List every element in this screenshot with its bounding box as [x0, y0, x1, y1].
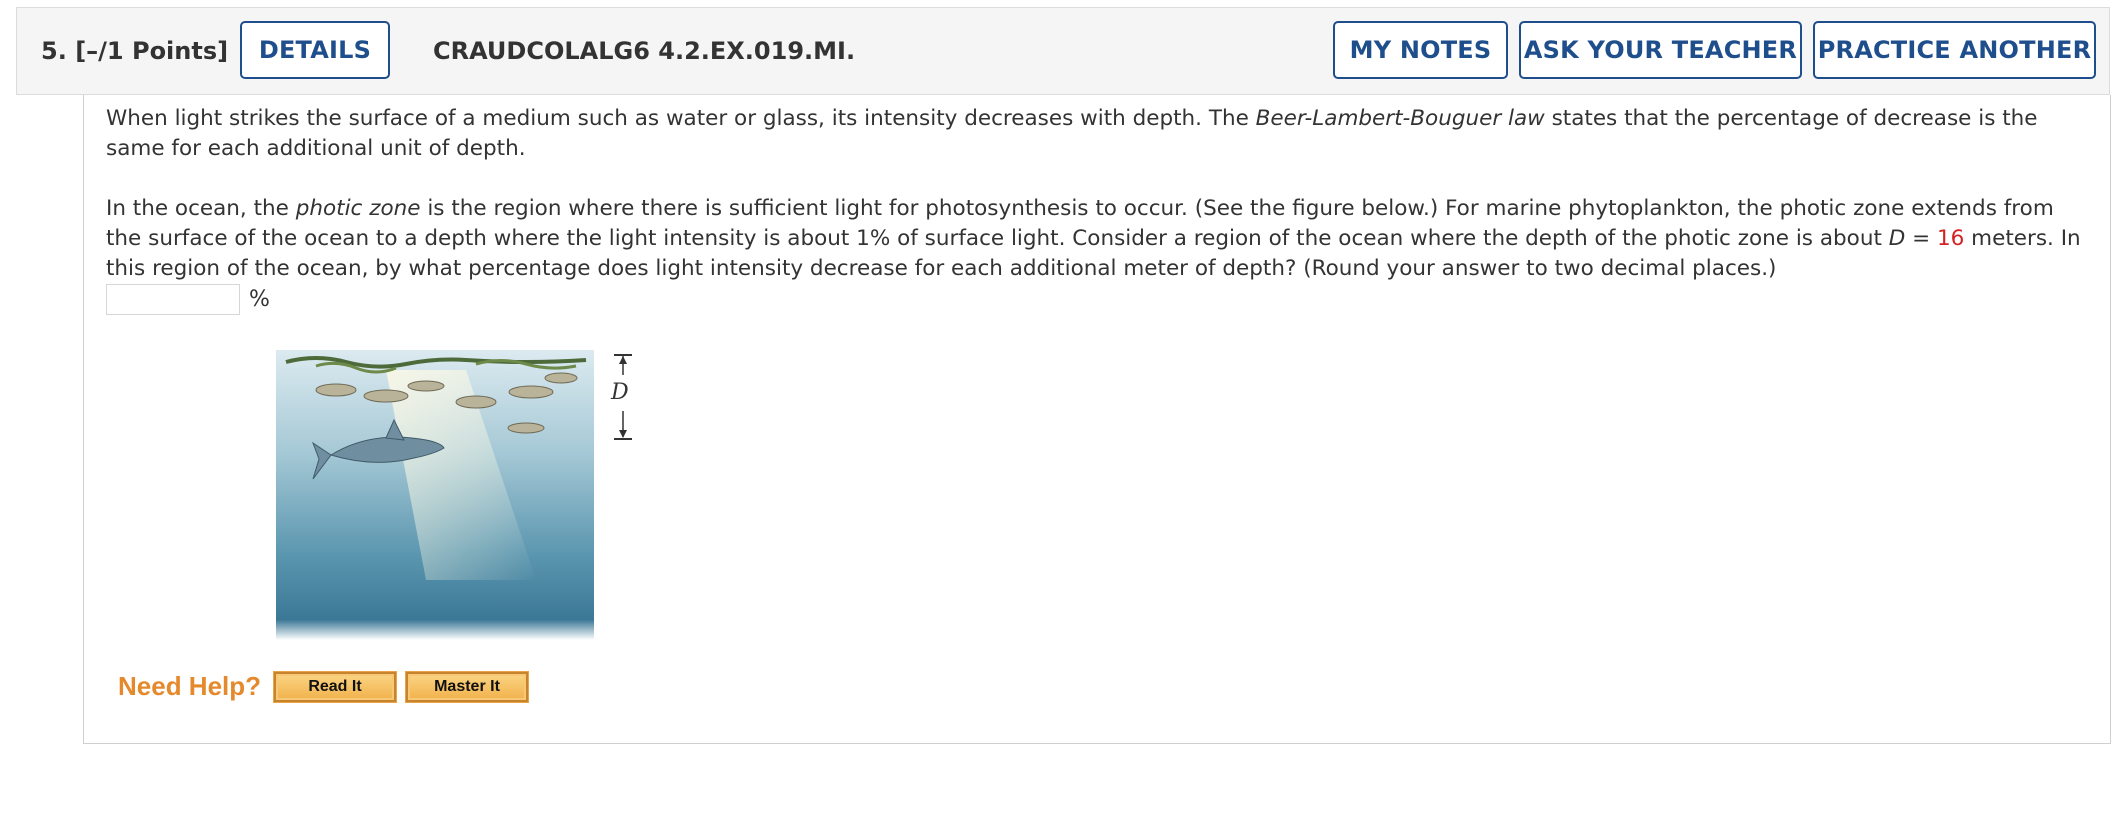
details-button[interactable]: DETAILS — [240, 21, 390, 79]
question-number: 5. — [41, 37, 67, 65]
answer-input[interactable] — [106, 284, 240, 315]
question-header: 5. [–/1 Points] DETAILS CRAUDCOLALG6 4.2… — [16, 7, 2110, 95]
equals-sign: = — [1905, 226, 1937, 251]
problem-question-paragraph: In the ocean, the photic zone is the reg… — [106, 194, 2086, 284]
percent-unit: % — [249, 287, 270, 312]
law-name: Beer-Lambert-Bouguer law — [1255, 106, 1545, 131]
depth-variable: D — [1888, 226, 1906, 251]
photic-zone-term: photic zone — [295, 196, 421, 221]
my-notes-button[interactable]: MY NOTES — [1333, 21, 1508, 79]
points-label: [–/1 Points] — [75, 37, 229, 65]
master-it-button[interactable]: Master It — [405, 671, 529, 703]
intro-text-1: When light strikes the surface of a medi… — [106, 106, 1256, 131]
question-number-points: 5. [–/1 Points] — [41, 8, 228, 94]
photic-zone-figure — [276, 350, 594, 640]
question-code: CRAUDCOLALG6 4.2.EX.019.MI. — [433, 37, 856, 65]
problem-intro-paragraph: When light strikes the surface of a medi… — [106, 104, 2086, 164]
depth-value: 16 — [1936, 226, 1965, 251]
read-it-button[interactable]: Read It — [273, 671, 397, 703]
ask-your-teacher-button[interactable]: ASK YOUR TEACHER — [1519, 21, 1802, 79]
question-text-1: In the ocean, the — [106, 196, 296, 221]
depth-label: D — [611, 380, 629, 405]
need-help-label: Need Help? — [118, 671, 262, 701]
practice-another-button[interactable]: PRACTICE ANOTHER — [1813, 21, 2096, 79]
